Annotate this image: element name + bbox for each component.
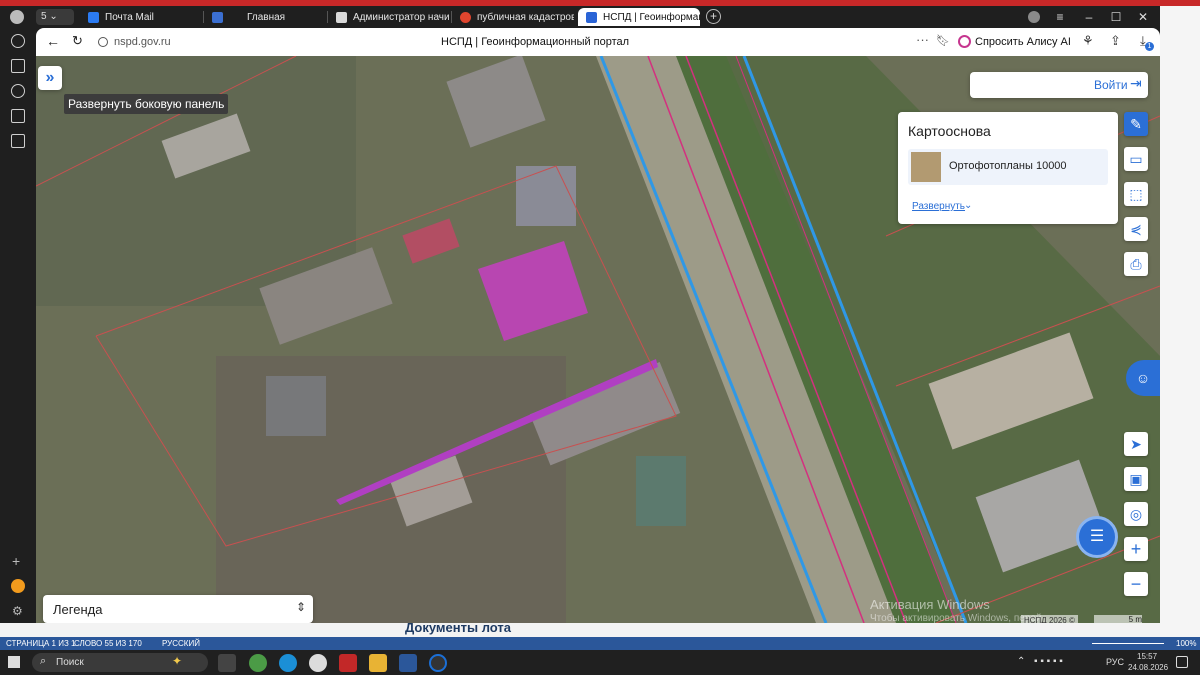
share-map-icon[interactable]: ⋞ — [1124, 217, 1148, 241]
profile-icon[interactable] — [10, 10, 24, 24]
tab-nspd[interactable]: НСПД | Геоинформаци✕ — [578, 8, 700, 26]
ruler-icon[interactable]: ▭ — [1124, 147, 1148, 171]
screenshot-icon[interactable] — [11, 134, 25, 148]
expand-sidebar-tooltip: Развернуть боковую панель — [64, 94, 229, 114]
map-canvas[interactable]: » Развернуть боковую панель Войти ⇥ Карт… — [36, 56, 1160, 623]
windows-watermark-sub: Чтобы активировать Windows, перей — [870, 613, 1042, 623]
number-five-icon[interactable] — [11, 109, 25, 123]
basemap-expand-link[interactable]: Развернуть — [912, 201, 965, 212]
support-chat-button[interactable]: ☰ — [1076, 516, 1118, 558]
windows-watermark-title: Активация Windows — [870, 597, 990, 612]
cadastral-favicon-icon — [460, 11, 471, 23]
scale-bar: 5 m — [1094, 615, 1142, 623]
account-icon[interactable] — [1028, 11, 1040, 23]
maximize-button[interactable]: ☐ — [1104, 8, 1128, 26]
tab-admin[interactable]: Администратор начисле — [328, 8, 450, 26]
basemap-panel: Картооснова Ортофотопланы 10000 Разверну… — [898, 112, 1118, 224]
app-icon[interactable] — [249, 654, 267, 672]
search-highlight-icon: ✦ — [172, 654, 183, 668]
basemap-title: Картооснова — [908, 123, 991, 139]
login-icon: ⇥ — [1130, 75, 1142, 91]
chat-widget-icon[interactable]: ☺ — [1126, 360, 1160, 396]
play-icon[interactable] — [11, 84, 25, 98]
alice-icon[interactable] — [958, 35, 971, 48]
file-explorer-icon[interactable] — [369, 654, 387, 672]
page-count: СТРАНИЦА 1 ИЗ 1 — [6, 639, 76, 648]
history-icon[interactable] — [11, 34, 25, 48]
tray-chevron-icon[interactable]: ⌃ — [1017, 656, 1025, 667]
tray-icons[interactable]: ▪ ▪ ▪ ▪ ▪ — [1034, 656, 1063, 667]
clock-date[interactable]: 24.08.2026 — [1128, 663, 1168, 672]
legend-dropdown[interactable]: Легенда ⇕ — [43, 595, 313, 623]
downloads-badge: 1 — [1145, 42, 1154, 51]
orthophoto-thumbnail — [911, 152, 941, 182]
ask-alice-button[interactable]: Спросить Алису AI — [975, 36, 1071, 48]
zoom-in-button[interactable]: + — [1124, 537, 1148, 561]
collections-icon[interactable] — [11, 59, 25, 73]
settings-gear-icon[interactable]: ⚙ — [12, 604, 23, 618]
layers-tool-button[interactable]: ✎ — [1124, 112, 1148, 136]
share-icon[interactable]: ⇪ — [1110, 33, 1121, 49]
tab-bar: 5 ⌄ Почта Mail Главная Администратор нач… — [0, 6, 1160, 28]
tab-mail[interactable]: Почта Mail — [80, 8, 202, 26]
add-panel-icon[interactable]: + — [12, 553, 20, 569]
assistant-icon[interactable] — [11, 579, 25, 593]
zoom-out-button[interactable]: − — [1124, 572, 1148, 596]
expand-sidebar-button[interactable]: » — [38, 66, 62, 90]
mail-icon — [88, 11, 99, 23]
taskbar-search[interactable]: ⌕ Поиск ✦ — [32, 653, 208, 672]
login-button[interactable]: Войти ⇥ — [970, 72, 1148, 98]
bookmark-icon[interactable]: 🔖︎ — [936, 34, 950, 47]
word-icon[interactable] — [399, 654, 417, 672]
document-side — [1160, 6, 1200, 637]
tab-home[interactable]: Главная — [204, 8, 326, 26]
geo-search-icon[interactable]: ◎ — [1124, 502, 1148, 526]
browser-sidebar: + ⚙ — [0, 28, 36, 623]
chevron-down-icon: ⌄ — [964, 200, 973, 211]
back-icon[interactable]: ← — [46, 33, 60, 49]
clock-time[interactable]: 15:57 — [1137, 652, 1157, 661]
zoom-slider[interactable] — [1092, 643, 1164, 644]
menu-icon[interactable]: ≡ — [1048, 8, 1072, 26]
address-bar: ← ↻ nspd.gov.ru НСПД | Геоинформационный… — [36, 28, 1160, 56]
admin-favicon-icon — [336, 11, 347, 23]
reload-icon[interactable]: ↻ — [72, 33, 83, 49]
search-icon: ⌕ — [40, 655, 47, 667]
app-red-icon[interactable] — [339, 654, 357, 672]
app-c-icon[interactable] — [429, 654, 447, 672]
more-icon[interactable]: ··· — [916, 32, 929, 47]
nspd-favicon-icon — [586, 11, 597, 23]
copyright: НСПД 2026 © — [1021, 615, 1078, 623]
close-window-button[interactable]: ✕ — [1131, 8, 1155, 26]
notifications-icon[interactable] — [1176, 656, 1188, 668]
windows-start-icon[interactable] — [8, 656, 20, 668]
locate-icon[interactable]: ➤ — [1124, 432, 1148, 456]
language: РУССКИЙ — [162, 639, 200, 648]
windows-taskbar: ⌕ Поиск ✦ ⌃ ▪ ▪ ▪ ▪ ▪ РУС 15:57 24.08.20… — [0, 650, 1200, 675]
browser-window: 5 ⌄ Почта Mail Главная Администратор нач… — [0, 6, 1160, 623]
yandex-browser-icon[interactable] — [309, 654, 327, 672]
minimize-button[interactable]: – — [1077, 8, 1101, 26]
select-area-icon[interactable]: ⬚ — [1124, 182, 1148, 206]
minimap-icon[interactable]: ▣ — [1124, 467, 1148, 491]
site-info-icon[interactable] — [98, 37, 108, 47]
tab-group-button[interactable]: 5 ⌄ — [36, 9, 74, 25]
basemap-item[interactable]: Ортофотопланы 10000 — [908, 149, 1108, 185]
edge-icon[interactable] — [279, 654, 297, 672]
home-favicon-icon — [212, 11, 223, 23]
extensions-icon[interactable]: ⚘ — [1082, 33, 1094, 49]
url-field[interactable]: nspd.gov.ru — [114, 36, 171, 48]
sort-arrows-icon: ⇕ — [296, 600, 307, 614]
task-view-icon[interactable] — [218, 654, 236, 672]
input-language[interactable]: РУС — [1106, 657, 1124, 667]
zoom-level: 100% — [1176, 639, 1197, 648]
word-status-bar: СТРАНИЦА 1 ИЗ 1 СЛОВО 55 ИЗ 170 РУССКИЙ … — [0, 637, 1200, 650]
print-icon[interactable]: ⎙ — [1124, 252, 1148, 276]
page-title: НСПД | Геоинформационный портал — [441, 36, 630, 48]
new-tab-button[interactable]: + — [706, 9, 721, 24]
tab-cadastral[interactable]: публичная кадастровая к — [452, 8, 574, 26]
word-count: СЛОВО 55 ИЗ 170 — [74, 639, 142, 648]
